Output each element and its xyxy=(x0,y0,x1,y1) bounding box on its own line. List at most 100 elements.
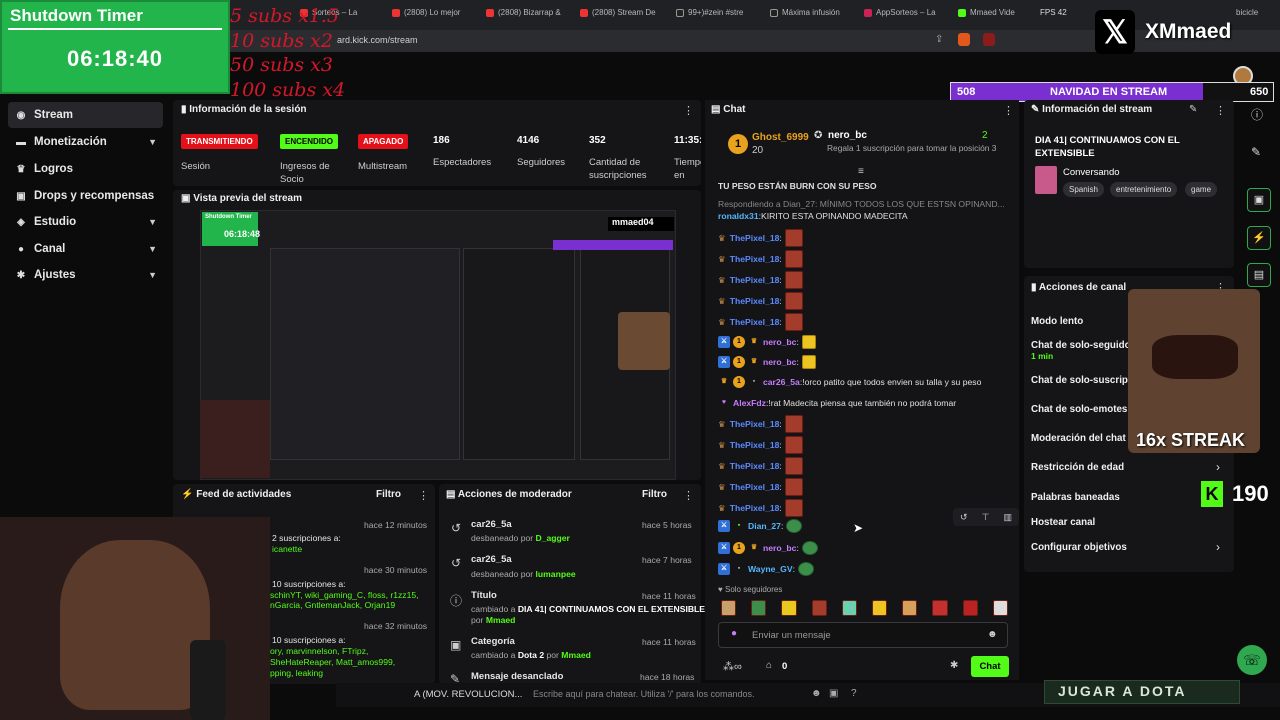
webcam-thumbnail xyxy=(200,400,270,478)
store-icon[interactable]: ⌂ xyxy=(766,660,772,671)
sidebar-item-ajustes[interactable]: ✱ Ajustes ▼ xyxy=(8,262,163,288)
rewards-icon[interactable] xyxy=(983,33,995,46)
browser-tab[interactable]: (2808) Stream De xyxy=(580,8,662,22)
delete-icon[interactable]: ▥ xyxy=(1003,512,1012,523)
browser-tab[interactable]: (2808) Lo mejor xyxy=(392,8,474,22)
mini-timer-title: Shutdown Timer xyxy=(205,214,252,220)
duck-emote-icon xyxy=(801,335,816,349)
chat-message: ⚔ 1 ♛ nero_bc: xyxy=(718,334,816,350)
emote-icon[interactable] xyxy=(872,600,888,616)
kebab-menu-icon[interactable]: ⋮ xyxy=(418,489,429,502)
emote-icon[interactable] xyxy=(781,600,797,616)
modactions-title: ▤ Acciones de moderador xyxy=(446,489,572,500)
info-icon[interactable]: ⓘ xyxy=(1251,106,1263,123)
image-icon[interactable]: ▣ xyxy=(829,688,838,699)
share-icon[interactable]: ⇪ xyxy=(935,34,943,45)
expand-icon[interactable]: ≡ xyxy=(858,166,864,177)
emote-icon[interactable] xyxy=(751,600,767,616)
browser-tab[interactable]: Mmaed Vide xyxy=(958,8,1034,22)
emote-icon[interactable] xyxy=(721,600,737,616)
tag-chip[interactable]: entretenimiento xyxy=(1110,182,1178,197)
chat-input-placeholder: Enviar un mensaje xyxy=(752,630,831,641)
help-icon[interactable]: ? xyxy=(851,688,857,699)
sidebar-item-drops[interactable]: ▣ Drops y recompensas xyxy=(8,183,163,209)
browser-tab[interactable]: 99+)#zein #stre xyxy=(676,8,754,22)
banned-words-setting[interactable]: Palabras baneadas xyxy=(1031,492,1120,503)
infinity-icon[interactable]: ⁂∞ xyxy=(723,660,742,673)
subs-only-toggle[interactable]: Chat de solo-suscript xyxy=(1031,375,1131,386)
emoji-icon[interactable]: ☻ xyxy=(811,688,822,699)
kebab-menu-icon[interactable]: ⋮ xyxy=(683,489,694,502)
followers-only-toggle[interactable]: Chat de solo-seguido xyxy=(1031,340,1131,351)
emote-icon[interactable] xyxy=(962,600,978,616)
pencil-icon[interactable]: ✎ xyxy=(1251,145,1261,159)
sidebar-item-estudio[interactable]: ◈ Estudio ▼ xyxy=(8,209,163,235)
subs-goal: 50 subs x3 xyxy=(230,54,333,76)
tiktok-icon xyxy=(676,8,684,17)
chevron-right-icon: › xyxy=(1216,460,1220,474)
tag-chip[interactable]: game xyxy=(1185,182,1218,197)
crown-icon: ♛ xyxy=(718,232,726,243)
category-name[interactable]: Conversando xyxy=(1063,167,1120,178)
emote-icon[interactable] xyxy=(992,600,1009,616)
rail-button[interactable]: ▤ xyxy=(1247,263,1271,287)
sidebar-item-stream[interactable]: ◉ Stream xyxy=(8,102,163,128)
reply-icon[interactable]: ↺ xyxy=(960,512,968,523)
gifter-badge-icon: 1 xyxy=(733,542,745,554)
settings-gear-icon[interactable]: ✱ xyxy=(950,660,958,671)
activity-title: ⚡ Feed de actividades xyxy=(181,489,292,500)
pin-icon[interactable]: ⊤ xyxy=(982,512,990,523)
emote-icon[interactable] xyxy=(811,600,827,616)
bolt-icon: ⚡ xyxy=(1252,232,1266,244)
emote-icon xyxy=(784,292,803,310)
mini-timer-time: 06:18:48 xyxy=(224,229,261,239)
stat-value: 352 xyxy=(589,135,606,146)
emote-icon[interactable] xyxy=(932,600,948,616)
kebab-menu-icon[interactable]: ⋮ xyxy=(683,104,694,117)
slow-mode-toggle[interactable]: Modo lento xyxy=(1031,316,1083,327)
kebab-menu-icon[interactable]: ⋮ xyxy=(1003,104,1014,117)
sidebar-item-canal[interactable]: ● Canal ▼ xyxy=(8,236,163,262)
goal-target: 650 xyxy=(1250,86,1269,98)
configure-goals-button[interactable]: Configurar objetivos xyxy=(1031,542,1127,553)
chat-moderation-setting[interactable]: Moderación del chat co xyxy=(1031,433,1140,444)
browser-tab[interactable]: bicicle xyxy=(1236,8,1276,22)
sidebar-item-logros[interactable]: ♛ Logros xyxy=(8,156,163,182)
streak-text: 16x STREAK xyxy=(1136,430,1246,450)
emote-icon[interactable] xyxy=(841,600,858,616)
browser-tab[interactable]: Máxima infusión xyxy=(770,8,850,22)
kebab-menu-icon[interactable]: ⋮ xyxy=(1215,104,1226,117)
undo-icon: ↺ xyxy=(451,556,462,570)
gift-icon: ▣ xyxy=(16,190,26,202)
preview-title: ▣ Vista previa del stream xyxy=(181,193,302,204)
emote-icon xyxy=(784,313,803,331)
chat-icon: ▤ xyxy=(711,104,724,115)
cursor-icon: ➤ xyxy=(853,521,864,535)
rail-button[interactable]: ⚡ xyxy=(1247,226,1271,250)
send-chat-button[interactable]: Chat xyxy=(971,656,1009,677)
emote-icon xyxy=(784,478,803,496)
activity-filter-button[interactable]: Filtro xyxy=(376,489,401,500)
rail-button[interactable]: ▣ xyxy=(1247,188,1271,212)
bolt-icon: ⚡ xyxy=(181,489,197,500)
support-icon[interactable]: ☏ xyxy=(1237,645,1267,675)
tag-chip[interactable]: Spanish xyxy=(1063,182,1104,197)
edit-icon[interactable]: ✎ xyxy=(1189,104,1197,115)
mic-icon[interactable]: ● xyxy=(731,628,737,639)
chevron-right-icon: › xyxy=(1216,540,1220,554)
sidebar-item-monetizacion[interactable]: ▬ Monetización ▼ xyxy=(8,129,163,155)
studio-icon: ◈ xyxy=(17,216,25,228)
chevron-down-icon: ▼ xyxy=(148,270,157,280)
pepe-emote-icon xyxy=(801,541,818,555)
brave-icon[interactable] xyxy=(958,33,970,46)
browser-tab[interactable]: (2808) Bizarrap & xyxy=(486,8,564,22)
browser-tab[interactable]: AppSorteos – La xyxy=(864,8,944,22)
host-channel-button[interactable]: Hostear canal xyxy=(1031,517,1095,528)
top-gifter-name[interactable]: Ghost_6999 xyxy=(752,132,809,143)
gift-user[interactable]: nero_bc xyxy=(828,130,867,141)
age-restriction-setting[interactable]: Restricción de edad xyxy=(1031,462,1124,473)
emotes-only-toggle[interactable]: Chat de solo-emotes xyxy=(1031,404,1127,415)
modactions-filter-button[interactable]: Filtro xyxy=(642,489,667,500)
emoji-icon[interactable]: ☻ xyxy=(987,629,998,640)
emote-icon[interactable] xyxy=(902,600,918,616)
